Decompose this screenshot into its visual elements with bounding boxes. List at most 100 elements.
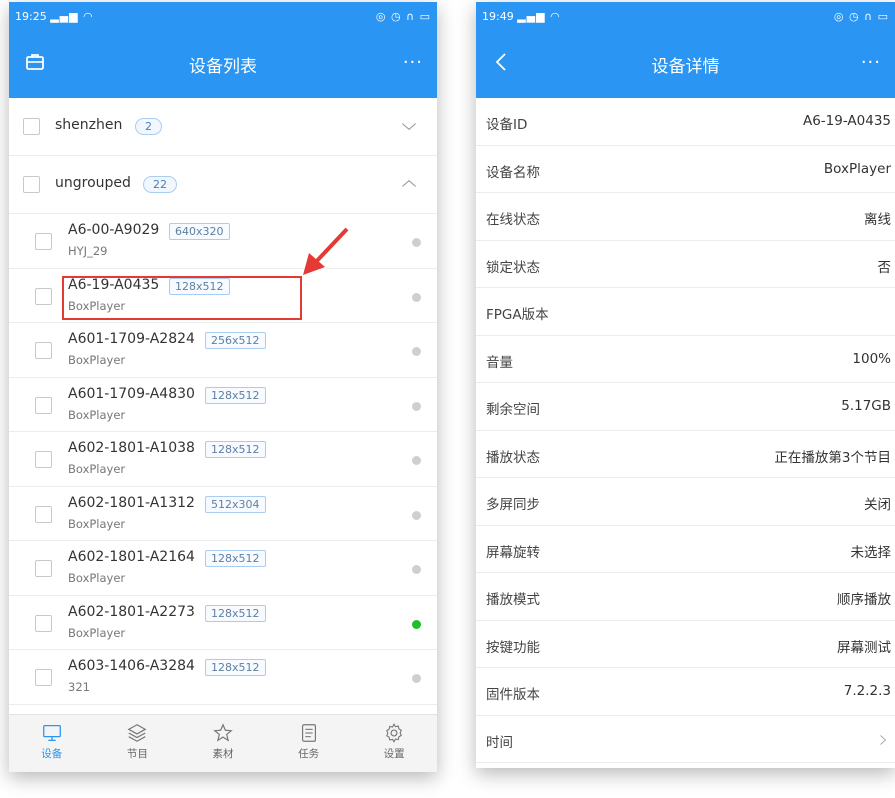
- device-id: A602-1801-A1038: [68, 440, 195, 456]
- group-checkbox[interactable]: [23, 176, 40, 193]
- detail-row: 音量 100%: [476, 336, 895, 383]
- tab-layers[interactable]: 节目: [95, 715, 181, 772]
- device-row[interactable]: A602-1801-A1312 512x304 BoxPlayer: [9, 487, 437, 541]
- app-bar: 设备列表 ···: [9, 30, 437, 98]
- group-row[interactable]: shenzhen 2: [9, 98, 437, 156]
- online-status-dot: [412, 619, 421, 629]
- tab-star[interactable]: 素材: [180, 715, 266, 772]
- device-row[interactable]: A6-00-A9029 640x320 HYJ_29: [9, 214, 437, 269]
- status-icons: ◎ ◷ ∩ ▭: [833, 9, 889, 23]
- detail-row: 多屏同步 关闭: [476, 478, 895, 526]
- device-row[interactable]: A603-1406-A3284 128x512 321: [9, 650, 437, 705]
- signal-wifi-icon: ▂▄▆ ◠: [517, 9, 561, 23]
- more-menu-button[interactable]: ···: [403, 52, 423, 73]
- tab-gear[interactable]: 设置: [351, 715, 437, 772]
- online-status-dot: [412, 238, 421, 247]
- chevron-up-icon[interactable]: [399, 174, 419, 194]
- detail-row: 固件版本 7.2.2.3: [476, 668, 895, 716]
- detail-value: BoxPlayer: [823, 160, 891, 177]
- detail-row: 播放模式 顺序播放: [476, 573, 895, 621]
- detail-key: 音量: [486, 354, 513, 371]
- device-name: HYJ_29: [68, 244, 108, 258]
- chevron-right-icon[interactable]: [877, 730, 889, 750]
- detail-value: 100%: [852, 350, 891, 367]
- detail-row: FPGA版本: [476, 288, 895, 336]
- resolution-badge: 128x512: [205, 659, 266, 676]
- device-name: 321: [68, 680, 90, 694]
- device-id: A601-1709-A2824: [68, 331, 195, 347]
- resolution-badge: 512x304: [205, 495, 266, 513]
- app-bar: 设备详情 ···: [476, 30, 895, 98]
- device-row[interactable]: A601-1709-A4830 128x512 BoxPlayer: [9, 378, 437, 432]
- device-id: A602-1801-A2164: [68, 549, 195, 565]
- group-name: shenzhen: [55, 117, 123, 133]
- detail-key: 设备ID: [486, 117, 528, 133]
- device-checkbox[interactable]: [35, 669, 52, 686]
- device-row[interactable]: A602-1801-A2273 128x512 BoxPlayer: [9, 596, 437, 650]
- page-title: 设备详情: [651, 56, 720, 77]
- device-checkbox[interactable]: [35, 560, 52, 577]
- detail-row: 设备ID A6-19-A0435: [476, 98, 895, 146]
- device-checkbox[interactable]: [35, 233, 52, 250]
- detail-key: 按键功能: [486, 639, 540, 656]
- device-id: A603-1406-A3284: [68, 658, 195, 674]
- device-id: A6-00-A9029: [68, 222, 160, 238]
- status-icons: ◎ ◷ ∩ ▭: [375, 9, 431, 23]
- group-row[interactable]: ungrouped 22: [9, 156, 437, 214]
- resolution-badge: 128x512: [205, 441, 266, 458]
- group-count-badge: 22: [143, 176, 177, 193]
- online-status-dot: [412, 401, 421, 411]
- detail-value: 5.17GB: [841, 398, 891, 414]
- group-checkbox[interactable]: [23, 118, 40, 135]
- detail-value: 顺序播放: [837, 592, 891, 608]
- detail-value: 否: [877, 259, 892, 276]
- device-row[interactable]: A602-1801-A1038 128x512 BoxPlayer: [9, 432, 437, 487]
- detail-value: A6-19-A0435: [802, 113, 891, 129]
- resolution-badge: 640x320: [169, 223, 230, 240]
- online-status-dot: [412, 674, 421, 683]
- chevron-down-icon[interactable]: [399, 116, 419, 136]
- detail-key: 播放状态: [486, 449, 540, 466]
- detail-row: 剩余空间 5.17GB: [476, 383, 895, 431]
- device-checkbox[interactable]: [35, 396, 52, 414]
- monitor-icon: [42, 725, 61, 741]
- tab-label: 节目: [126, 748, 148, 760]
- online-status-dot: [412, 292, 421, 302]
- briefcase-icon[interactable]: [23, 50, 47, 74]
- online-status-dot: [412, 347, 421, 356]
- status-bar: 19:25 ▂▄▆ ◠ ◎ ◷ ∩ ▭: [9, 2, 437, 30]
- detail-row[interactable]: 时间: [476, 716, 895, 763]
- detail-key: 固件版本: [486, 687, 540, 703]
- detail-row: 设备名称 BoxPlayer: [476, 146, 895, 193]
- device-name: BoxPlayer: [68, 571, 126, 585]
- detail-value: 屏幕测试: [837, 639, 891, 656]
- more-menu-button[interactable]: ···: [861, 52, 881, 73]
- detail-list: 设备ID A6-19-A0435 设备名称 BoxPlayer 在线状态 离线 锁定状态 否 F…: [476, 98, 895, 763]
- online-status-dot: [412, 510, 421, 520]
- detail-row: 播放状态 正在播放第3个节目: [476, 431, 895, 478]
- device-checkbox[interactable]: [35, 451, 52, 468]
- detail-key: 锁定状态: [486, 259, 540, 276]
- device-checkbox[interactable]: [35, 614, 52, 632]
- signal-wifi-icon: ▂▄▆ ◠: [50, 9, 94, 23]
- detail-key: 在线状态: [486, 212, 540, 228]
- tab-monitor[interactable]: 设备: [9, 715, 95, 772]
- detail-key: FPGA版本: [486, 307, 549, 323]
- device-row[interactable]: A602-1801-A2164 128x512 BoxPlayer: [9, 541, 437, 596]
- device-checkbox[interactable]: [35, 342, 52, 359]
- tab-label: 素材: [212, 748, 234, 760]
- group-name: ungrouped: [55, 175, 131, 191]
- device-checkbox[interactable]: [35, 505, 52, 523]
- detail-key: 播放模式: [486, 592, 540, 608]
- resolution-badge: 128x512: [205, 386, 266, 404]
- detail-row: 屏幕旋转 未选择: [476, 526, 895, 573]
- detail-value: 7.2.2.3: [843, 683, 891, 699]
- tab-document[interactable]: 任务: [266, 715, 352, 772]
- device-row[interactable]: A601-1709-A2824 256x512 BoxPlayer: [9, 323, 437, 378]
- detail-row: 锁定状态 否: [476, 241, 895, 288]
- device-checkbox[interactable]: [35, 287, 52, 305]
- detail-value: 未选择: [850, 544, 892, 561]
- back-icon[interactable]: [490, 50, 514, 74]
- device-name: BoxPlayer: [68, 462, 126, 476]
- tab-label: 设备: [41, 748, 63, 760]
